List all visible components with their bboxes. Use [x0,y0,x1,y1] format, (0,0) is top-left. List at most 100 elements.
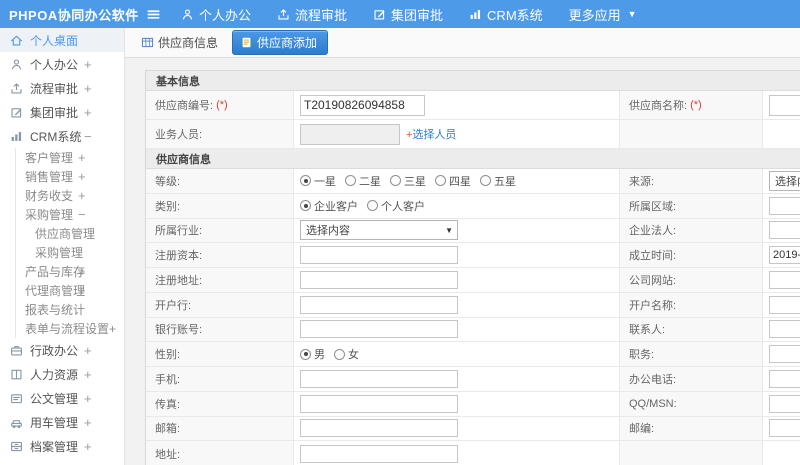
founded-date-input[interactable] [769,246,800,265]
contact-person-input[interactable] [769,320,800,339]
category-radio-1[interactable]: 个人客户 [367,198,425,214]
registered-address-input[interactable] [300,270,458,289]
zip-code-input[interactable] [769,419,800,438]
sidebar-item-vehicle-mgmt[interactable]: 用车管理 + [0,410,124,434]
sidebar-item-procurement[interactable]: 采购管理 [15,243,124,262]
expand-plus-icon[interactable]: + [84,105,92,120]
sidebar-item-customer-mgmt[interactable]: 客户管理 + [15,148,124,167]
company-website-field-cell [763,268,800,292]
sidebar-item-supplier-mgmt[interactable]: 供应商管理 [15,224,124,243]
company-website-label-cell: 公司网站: [620,268,763,292]
position-input[interactable] [769,345,800,364]
bank-account-label: 银行账号: [155,324,203,337]
gender-radio-1[interactable]: 女 [334,346,359,362]
sidebar-item-personal-desktop[interactable]: 个人桌面 [0,28,124,52]
nav-group-approval[interactable]: 集团审批 [360,0,456,28]
nav-process-approval[interactable]: 流程审批 [264,0,360,28]
level-radio-4[interactable]: 五星 [480,173,516,189]
expand-plus-icon[interactable]: + [84,81,92,96]
sidebar-item-crm-system[interactable]: CRM系统 − [0,124,124,148]
expand-plus-icon[interactable]: + [84,415,92,430]
level-radio-1[interactable]: 二星 [345,173,381,189]
expand-plus-icon[interactable]: + [78,188,86,203]
legal-person-label-cell: 企业法人: [620,218,763,243]
business-staff-input[interactable] [300,123,400,145]
sidebar-item-reports-stats-label: 报表与统计 [25,303,86,317]
sidebar-item-purchase-mgmt[interactable]: 采购管理 − [15,205,124,224]
sidebar-item-admin-office[interactable]: 行政办公 + [0,338,124,362]
tab-supplier-info[interactable]: 供应商信息 [135,31,224,54]
office-phone-input[interactable] [769,369,800,388]
level-radio-3[interactable]: 四星 [435,173,471,189]
radio-icon[interactable] [300,175,311,187]
nav-more-apps[interactable]: 更多应用 ▼ [556,0,650,28]
tab-supplier-add[interactable]: 供应商添加 [232,30,329,55]
address-input[interactable] [300,444,458,463]
sidebar-item-hr[interactable]: 人力资源 + [0,362,124,386]
email-input[interactable] [300,419,458,438]
gender-radio-0[interactable]: 男 [300,346,325,362]
radio-icon[interactable] [480,175,491,187]
sidebar-item-personal-office[interactable]: 个人办公 + [0,52,124,76]
fax-input[interactable] [300,394,458,413]
select-caret-icon: ▼ [445,225,453,235]
mobile-field-cell [294,367,620,391]
sidebar-item-finance[interactable]: 财务收支 + [15,186,124,205]
region-input[interactable] [769,196,800,215]
sidebar-item-agent-mgmt[interactable]: 代理商管理 + [15,281,124,300]
sidebar-item-document-mgmt[interactable]: 公文管理 + [0,386,124,410]
radio-icon[interactable] [390,175,401,187]
nav-crm-system[interactable]: CRM系统 [456,0,556,28]
business-staff-label: 业务人员: [155,129,203,141]
radio-icon[interactable] [367,200,378,212]
sidebar-item-process-approval[interactable]: 流程审批 + [0,76,124,100]
category-label-cell: 类别: [146,193,294,218]
expand-plus-icon[interactable]: + [78,169,86,184]
radio-icon[interactable] [345,175,356,187]
bank-input[interactable] [300,295,458,314]
supplier-code-input[interactable] [300,94,425,116]
sidebar-item-reports-stats[interactable]: 报表与统计 [15,300,124,319]
registered-address-label: 注册地址: [155,274,203,287]
expand-plus-icon[interactable]: + [78,264,86,279]
category-radio-group: 企业客户 个人客户 [300,198,425,214]
expand-plus-icon[interactable]: + [84,343,92,358]
radio-icon[interactable] [435,175,446,187]
business-staff-picker-link[interactable]: +选择人员 [406,126,456,142]
source-select[interactable]: 选择内容▼ [769,170,800,191]
sidebar-item-archive-mgmt[interactable]: 档案管理 + [0,434,124,458]
radio-icon[interactable] [300,200,311,212]
bank-account-input[interactable] [300,320,458,339]
sidebar-item-products-inventory[interactable]: 产品与库存 + [15,262,124,281]
industry-select[interactable]: 选择内容 ▼ [300,220,458,241]
level-radio-0[interactable]: 一星 [300,173,336,189]
legal-person-input[interactable] [769,221,800,240]
sidebar-item-form-process-settings[interactable]: 表单与流程设置+ [15,319,124,338]
level-radio-group: 一星 二星 三星 四星 五星 [300,173,516,189]
sidebar-item-supplier-mgmt-label: 供应商管理 [35,227,96,241]
expand-plus-icon[interactable]: + [84,439,92,454]
supplier-name-input[interactable] [769,94,800,116]
registered-capital-input[interactable] [300,246,458,265]
nav-personal-office[interactable]: 个人办公 [168,0,264,28]
level-radio-2[interactable]: 三星 [390,173,426,189]
expand-plus-icon[interactable]: + [84,57,92,72]
tab-strip: 供应商信息 供应商添加 [125,28,800,58]
collapse-minus-icon[interactable]: − [78,207,86,222]
company-website-input[interactable] [769,270,800,289]
sidebar-item-sales-mgmt[interactable]: 销售管理 + [15,167,124,186]
radio-icon[interactable] [300,348,311,360]
expand-plus-icon[interactable]: + [84,391,92,406]
radio-icon[interactable] [334,348,345,360]
expand-plus-icon[interactable]: + [78,283,86,298]
qq-msn-input[interactable] [769,394,800,413]
category-radio-0[interactable]: 企业客户 [300,198,358,214]
sidebar-item-group-approval[interactable]: 集团审批 + [0,100,124,124]
registered-capital-label: 注册资本: [155,250,203,263]
menu-toggle-icon[interactable] [138,7,168,22]
account-name-input[interactable] [769,295,800,314]
collapse-minus-icon[interactable]: − [84,129,92,144]
expand-plus-icon[interactable]: + [78,150,86,165]
mobile-input[interactable] [300,369,458,388]
expand-plus-icon[interactable]: + [84,367,92,382]
